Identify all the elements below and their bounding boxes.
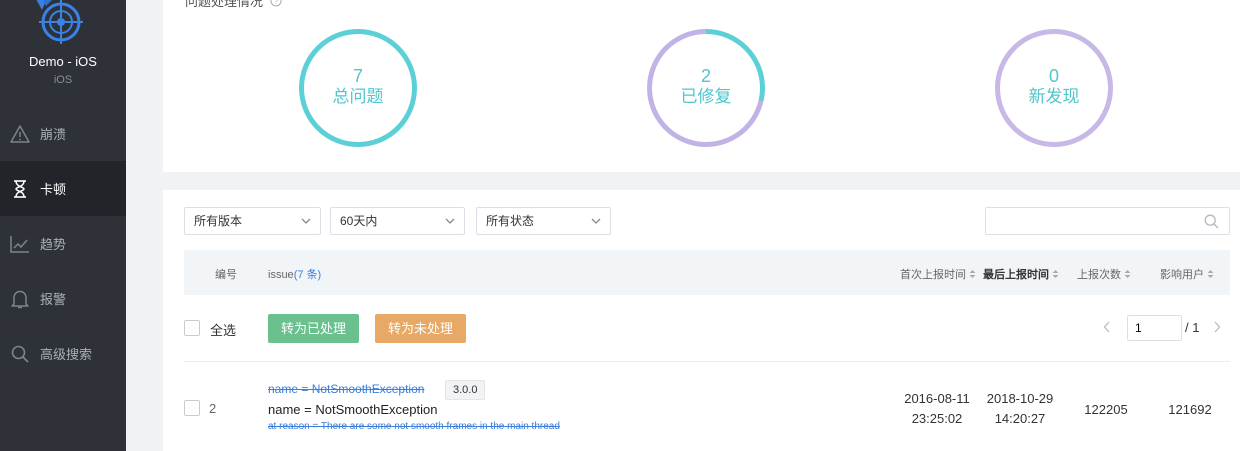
page-input[interactable] bbox=[1127, 315, 1182, 341]
chevron-down-icon bbox=[445, 218, 455, 224]
search-icon[interactable] bbox=[1204, 214, 1219, 229]
header-issue: issue(7 条) bbox=[268, 269, 322, 281]
sidebar-nav: 崩溃 卡顿 趋势 报警 高级搜索 bbox=[0, 106, 126, 381]
select-all-checkbox[interactable] bbox=[184, 320, 200, 336]
sort-icon bbox=[1124, 270, 1131, 278]
search-input[interactable] bbox=[986, 208, 1196, 234]
status-select[interactable]: 所有状态 bbox=[476, 207, 611, 235]
fixed-issues-value: 2 bbox=[700, 66, 711, 86]
sidebar-item-trend[interactable]: 趋势 bbox=[0, 216, 126, 271]
version-badge: 3.0.0 bbox=[445, 380, 486, 400]
header-affected-users[interactable]: 影响用户 bbox=[1160, 266, 1214, 282]
fixed-issues-ring: 2 已修复 bbox=[647, 29, 765, 147]
sort-icon bbox=[1052, 270, 1059, 278]
page-total: / 1 bbox=[1185, 320, 1200, 335]
sidebar-item-advanced-search[interactable]: 高级搜索 bbox=[0, 326, 126, 381]
version-select[interactable]: 所有版本 bbox=[184, 207, 321, 235]
svg-text:?: ? bbox=[274, 0, 278, 6]
sidebar-item-label: 卡顿 bbox=[40, 182, 67, 197]
select-all-label: 全选 bbox=[210, 323, 237, 338]
sidebar-item-lag[interactable]: 卡顿 bbox=[0, 161, 126, 216]
time-range-select[interactable]: 60天内 bbox=[330, 207, 465, 235]
last-report-time: 2018-10-29 14:20:27 bbox=[986, 391, 1054, 426]
issue-title-link[interactable]: name = NotSmoothException bbox=[268, 382, 424, 396]
header-first-report[interactable]: 首次上报时间 bbox=[900, 266, 976, 282]
total-issues-label: 总问题 bbox=[332, 87, 384, 106]
new-issues-label: 新发现 bbox=[1028, 87, 1080, 106]
hourglass-icon bbox=[0, 179, 40, 198]
chevron-down-icon bbox=[591, 218, 601, 224]
issue-name: name = NotSmoothException bbox=[268, 402, 438, 417]
app-name: Demo - iOS bbox=[29, 54, 97, 69]
sidebar-item-crash[interactable]: 崩溃 bbox=[0, 106, 126, 161]
issue-reason: at reason = There are some not smooth fr… bbox=[268, 421, 560, 432]
issues-card: 所有版本 60天内 所有状态 编号 issue(7 条) 首次上报时间 最后上报… bbox=[163, 190, 1240, 451]
sidebar-item-label: 趋势 bbox=[40, 237, 67, 252]
sidebar-item-label: 崩溃 bbox=[40, 127, 67, 142]
issue-count-link[interactable]: (7 条) bbox=[294, 269, 322, 281]
new-issues-value: 0 bbox=[1048, 66, 1059, 86]
bell-icon bbox=[0, 289, 40, 309]
stats-card: 问题处理情况 ? 7 总问题 2 已修复 0 新发现 bbox=[163, 0, 1240, 172]
warning-icon bbox=[0, 124, 40, 143]
app-platform: iOS bbox=[53, 74, 73, 86]
divider bbox=[184, 361, 1230, 362]
mark-unprocessed-button[interactable]: 转为未处理 bbox=[375, 314, 466, 343]
sort-icon bbox=[969, 270, 976, 278]
sidebar-item-label: 高级搜索 bbox=[40, 347, 93, 362]
sidebar: Demo - iOS iOS 崩溃 卡顿 趋势 报警 高级搜索 bbox=[0, 0, 126, 451]
row-checkbox[interactable] bbox=[184, 400, 200, 416]
report-count: 122205 bbox=[1084, 402, 1128, 417]
chevron-right-icon[interactable] bbox=[1213, 321, 1221, 333]
first-report-time: 2016-08-11 23:25:02 bbox=[904, 391, 970, 426]
affected-users: 121692 bbox=[1168, 402, 1212, 417]
total-issues-ring: 7 总问题 bbox=[299, 29, 417, 147]
row-number: 2 bbox=[209, 401, 217, 416]
sidebar-item-alert[interactable]: 报警 bbox=[0, 271, 126, 326]
search-icon bbox=[0, 345, 40, 363]
mark-processed-button[interactable]: 转为已处理 bbox=[268, 314, 359, 343]
header-last-report[interactable]: 最后上报时间 bbox=[983, 266, 1059, 282]
header-report-count[interactable]: 上报次数 bbox=[1077, 266, 1131, 282]
sidebar-item-label: 报警 bbox=[40, 292, 67, 307]
chevron-down-icon bbox=[301, 218, 311, 224]
chevron-left-icon[interactable] bbox=[1103, 321, 1111, 333]
app-logo-icon[interactable] bbox=[28, 0, 86, 44]
total-issues-value: 7 bbox=[352, 66, 363, 86]
stats-title: 问题处理情况 ? bbox=[185, 0, 282, 10]
help-icon[interactable]: ? bbox=[270, 0, 282, 7]
fixed-issues-label: 已修复 bbox=[680, 87, 732, 106]
sort-icon bbox=[1207, 270, 1214, 278]
trend-chart-icon bbox=[0, 235, 40, 253]
new-issues-ring: 0 新发现 bbox=[995, 29, 1113, 147]
search-box bbox=[985, 207, 1230, 235]
table-header: 编号 issue(7 条) 首次上报时间 最后上报时间 上报次数 影响用户 bbox=[184, 250, 1230, 295]
header-no: 编号 bbox=[215, 269, 237, 281]
